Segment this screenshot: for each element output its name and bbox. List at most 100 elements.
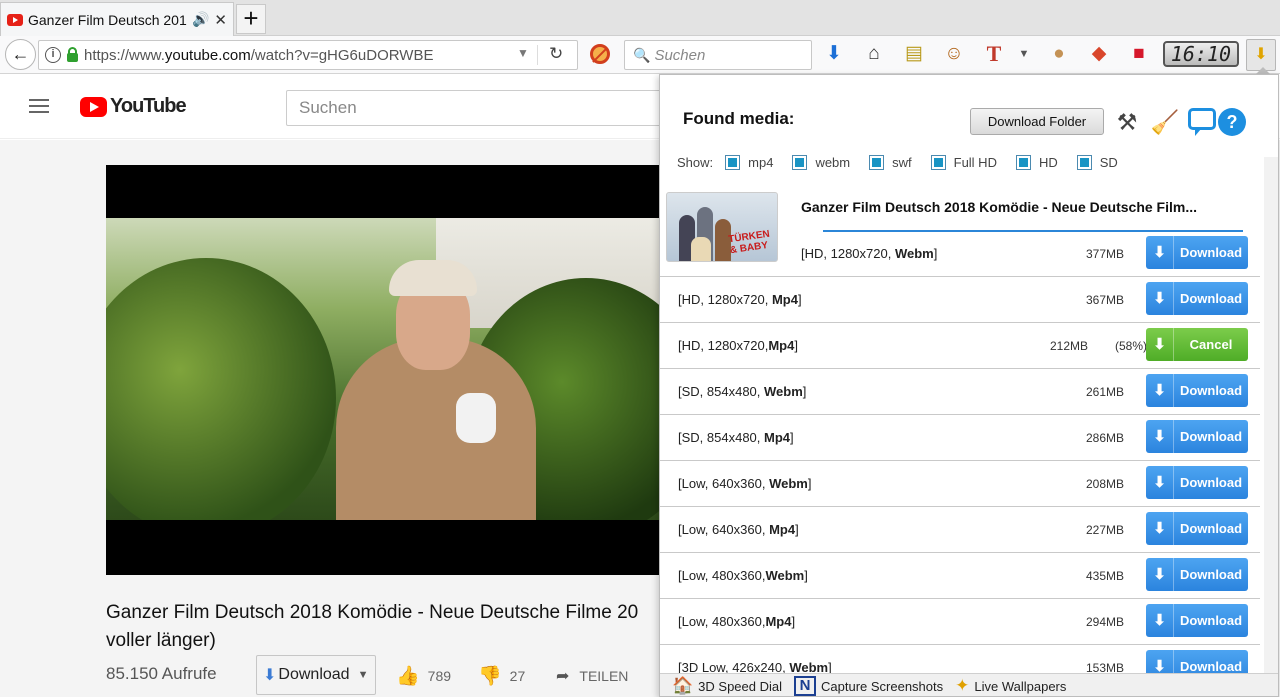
url-bar[interactable]: i https://www.youtube.com/watch?v=gHG6uD… — [38, 40, 578, 70]
download-button[interactable]: ⬇ Download — [1146, 512, 1248, 545]
nav-toolbar: ← i https://www.youtube.com/watch?v=gHG6… — [0, 36, 1280, 74]
filter-label: SD — [1099, 155, 1118, 170]
dislike-count: 27 — [509, 668, 526, 684]
button-label: Download — [1179, 429, 1243, 444]
cancel-button[interactable]: ⬇ Cancel — [1146, 328, 1248, 361]
youtube-search-input[interactable]: Suchen — [286, 90, 666, 126]
help-icon[interactable]: ? — [1218, 108, 1246, 136]
format-filters: Show: mp4 webm swf Full HD HD SD — [677, 155, 1137, 170]
url-dropdown-icon[interactable]: ▼ — [517, 46, 529, 60]
filter-mp4[interactable]: mp4 — [725, 155, 773, 170]
screenshot-n-icon: N — [794, 676, 816, 696]
filter-hd[interactable]: HD — [1015, 155, 1058, 170]
download-icon: ⬇ — [1146, 466, 1174, 499]
file-size: 294MB — [1085, 615, 1124, 629]
filter-label: webm — [815, 155, 851, 170]
clock-widget[interactable]: 16:10 — [1163, 41, 1239, 67]
speaker-icon[interactable]: 🔊 — [192, 11, 209, 28]
download-button[interactable]: ⬇ Download — [1146, 420, 1248, 453]
download-button[interactable]: ⬇ Download — [1146, 374, 1248, 407]
toolbox-icon[interactable]: ▤ — [902, 42, 926, 66]
download-button[interactable]: ⬇ Download — [1146, 466, 1248, 499]
button-label: Cancel — [1189, 337, 1233, 352]
download-button[interactable]: ⬇ Download — [1146, 604, 1248, 637]
download-button[interactable]: ⬇ Download — [1146, 282, 1248, 315]
video-bush-left — [106, 258, 336, 520]
panel-scrollbar[interactable] — [1264, 157, 1278, 696]
download-icon: ⬇ — [1146, 604, 1174, 637]
blocker-icon[interactable] — [590, 44, 610, 64]
download-button[interactable]: ⬇ Download — [1146, 236, 1248, 269]
youtube-favicon-icon — [7, 13, 23, 26]
checkbox[interactable] — [1015, 155, 1031, 170]
cookie-icon[interactable]: ● — [1047, 42, 1071, 66]
chevron-down-icon[interactable]: ▼ — [358, 669, 369, 681]
download-icon: ⬇ — [1146, 558, 1174, 591]
filter-swf[interactable]: swf — [869, 155, 912, 170]
button-label: Download — [1179, 567, 1243, 582]
button-label: Download — [1179, 291, 1243, 306]
media-row: [Low, 640x360, Webm] 208MB ⬇ Download — [660, 461, 1260, 507]
home-icon[interactable]: ⌂ — [862, 42, 886, 66]
video-frame — [106, 218, 660, 520]
video-downloader-panel: Found media: Download Folder ⚒ 🧹 ? Show:… — [659, 74, 1279, 697]
red-face-icon[interactable]: ■ — [1127, 42, 1151, 66]
media-title: Ganzer Film Deutsch 2018 Komödie - Neue … — [801, 199, 1197, 215]
format-label: [HD, 1280x720,Mp4] — [678, 338, 798, 353]
footer-live-wallpapers[interactable]: ✦ Live Wallpapers — [955, 676, 1066, 696]
reload-icon[interactable]: ↻ — [549, 44, 563, 64]
back-button[interactable]: ← — [5, 39, 36, 70]
file-size: 377MB — [1085, 247, 1124, 261]
media-row: [HD, 1280x720, Mp4] 367MB ⬇ Download — [660, 277, 1260, 323]
filter-label: HD — [1038, 155, 1058, 170]
dislike-button[interactable]: 👎 27 — [478, 664, 525, 688]
download-icon: ⬇ — [1146, 420, 1174, 453]
new-tab-button[interactable]: + — [236, 4, 266, 34]
hamburger-menu-icon[interactable] — [29, 99, 49, 113]
browser-tab[interactable]: Ganzer Film Deutsch 2018 K 🔊 ✕ — [0, 2, 234, 36]
youtube-logo[interactable]: YouTube — [80, 95, 187, 118]
download-folder-button[interactable]: Download Folder — [970, 108, 1104, 135]
footer-3d-speed-dial[interactable]: 🏠 3D Speed Dial — [672, 676, 782, 696]
chevron-down-icon[interactable]: ▼ — [1012, 42, 1036, 66]
text-t-icon[interactable]: T — [982, 42, 1006, 66]
monkey-icon[interactable]: ☺ — [942, 42, 966, 66]
browser-search-input[interactable]: 🔍 Suchen — [624, 40, 812, 70]
tools-icon[interactable]: ⚒ — [1112, 107, 1142, 137]
checkbox[interactable] — [1076, 155, 1092, 170]
like-button[interactable]: 👍 789 — [396, 664, 451, 688]
checkbox[interactable] — [930, 155, 946, 170]
video-player[interactable] — [106, 165, 660, 575]
filter-full-hd[interactable]: Full HD — [930, 155, 997, 170]
checkbox[interactable] — [792, 155, 808, 170]
filter-label: swf — [892, 155, 912, 170]
format-label: [Low, 480x360,Mp4] — [678, 614, 796, 629]
filter-webm[interactable]: webm — [792, 155, 850, 170]
video-glove — [456, 393, 496, 443]
info-icon[interactable]: i — [45, 47, 61, 63]
button-label: Download — [1179, 383, 1243, 398]
checkbox[interactable] — [869, 155, 885, 170]
footer-capture-screenshots[interactable]: N Capture Screenshots — [794, 676, 943, 696]
download-icon: ⬇ — [1146, 282, 1174, 315]
speed-dial-icon: 🏠 — [672, 676, 694, 695]
search-icon: 🔍 — [633, 46, 651, 63]
footer-label: Capture Screenshots — [821, 678, 944, 694]
close-tab-icon[interactable]: ✕ — [214, 11, 227, 29]
filter-label: mp4 — [748, 155, 774, 170]
chat-icon[interactable] — [1188, 108, 1216, 136]
broom-icon[interactable]: 🧹 — [1150, 107, 1180, 137]
color-blocks-icon[interactable]: ◆ — [1087, 42, 1111, 66]
download-arrow-icon[interactable]: ⬇ — [822, 42, 846, 66]
filter-sd[interactable]: SD — [1076, 155, 1118, 170]
tab-strip: Ganzer Film Deutsch 2018 K 🔊 ✕ + — [0, 0, 1280, 36]
share-button[interactable]: ➦ TEILEN — [556, 666, 628, 686]
media-row: [HD, 1280x720, Webm] 377MB ⬇ Download — [660, 231, 1260, 277]
youtube-download-button[interactable]: ⬇ Download ▼ — [256, 655, 376, 695]
search-placeholder: Suchen — [654, 46, 706, 64]
checkbox[interactable] — [725, 155, 741, 170]
show-label: Show: — [677, 155, 714, 170]
download-button[interactable]: ⬇ Download — [1146, 558, 1248, 591]
format-label: [HD, 1280x720, Webm] — [801, 246, 938, 261]
media-row: [Low, 480x360,Webm] 435MB ⬇ Download — [660, 553, 1260, 599]
